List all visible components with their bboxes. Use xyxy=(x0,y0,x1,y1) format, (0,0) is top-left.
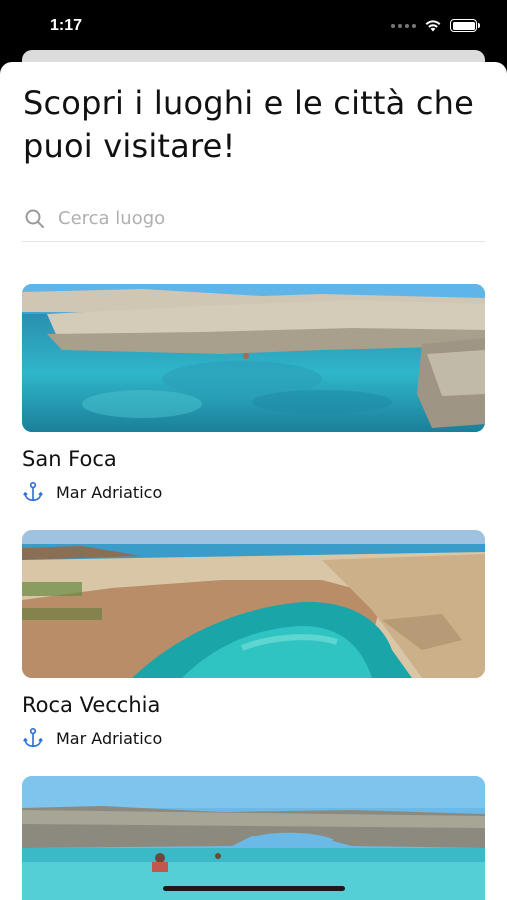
home-indicator[interactable] xyxy=(163,886,345,891)
anchor-icon xyxy=(23,482,43,502)
place-photo[interactable] xyxy=(22,530,485,678)
battery-icon xyxy=(450,19,480,32)
place-name: San Foca xyxy=(22,447,117,471)
place-photo[interactable] xyxy=(22,776,485,900)
place-location: Mar Adriatico xyxy=(22,727,485,749)
search-bar[interactable] xyxy=(22,202,485,242)
places-sheet[interactable]: Scopri i luoghi e le città che puoi visi… xyxy=(0,62,507,900)
place-location-label: Mar Adriatico xyxy=(56,728,163,748)
signal-icon xyxy=(391,23,416,28)
status-icons xyxy=(391,19,480,32)
place-card-san-foca[interactable]: San Foca Mar Adriatico xyxy=(22,284,485,503)
anchor-icon xyxy=(23,728,43,748)
place-card-3[interactable] xyxy=(22,776,485,900)
place-name: Roca Vecchia xyxy=(22,693,161,717)
search-input[interactable] xyxy=(58,204,458,232)
page-title: Scopri i luoghi e le città che puoi visi… xyxy=(23,84,475,165)
status-time: 1:17 xyxy=(50,17,83,34)
wifi-icon xyxy=(425,20,441,32)
search-icon xyxy=(25,209,44,228)
place-location-label: Mar Adriatico xyxy=(56,482,163,502)
status-bar: 1:17 xyxy=(0,0,507,52)
place-location: Mar Adriatico xyxy=(22,481,485,503)
place-card-roca-vecchia[interactable]: Roca Vecchia Mar Adriatico xyxy=(22,530,485,749)
place-photo[interactable] xyxy=(22,284,485,432)
